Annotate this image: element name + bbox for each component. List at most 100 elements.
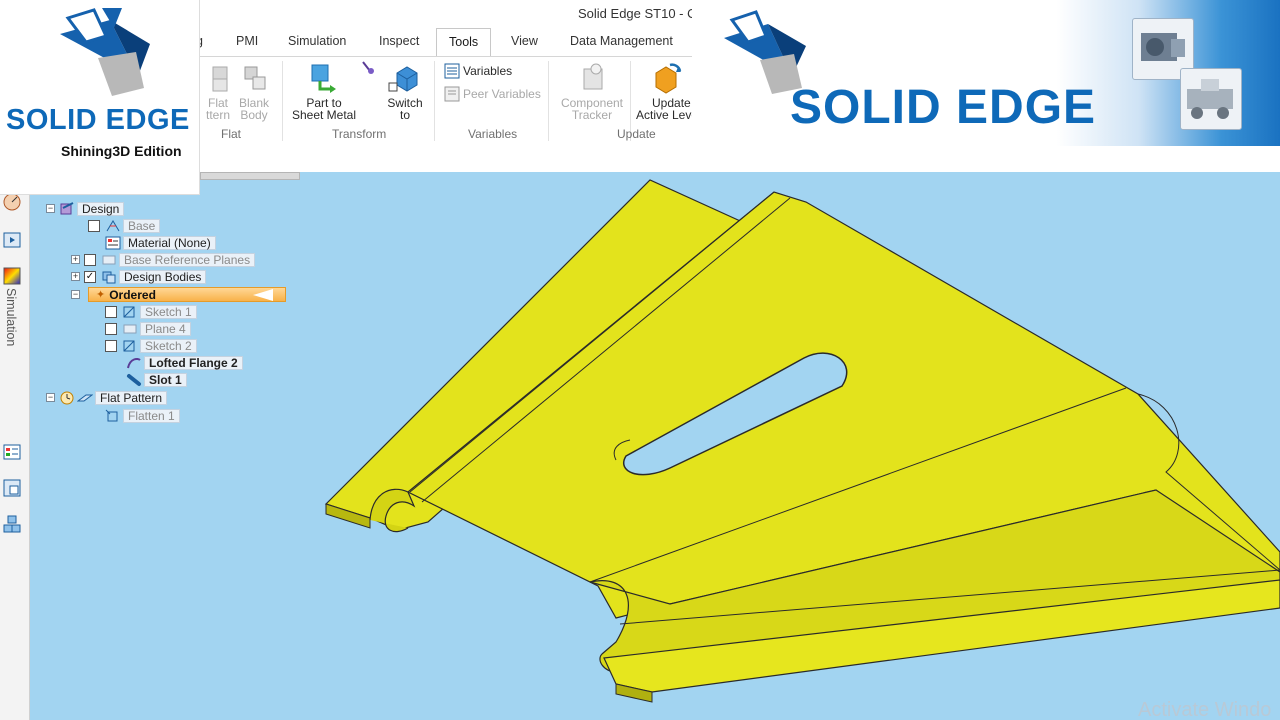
update-label-2: Active Leve bbox=[636, 108, 699, 122]
update-active-level-button[interactable]: Update Active Leve bbox=[634, 61, 699, 122]
tree-label: Ordered bbox=[109, 287, 156, 302]
tree-label: Base Reference Planes bbox=[119, 252, 256, 267]
material-icon bbox=[105, 236, 121, 249]
tree-node-design[interactable]: − Design bbox=[46, 201, 125, 216]
tree-label: Plane 4 bbox=[140, 321, 191, 336]
title-bar: Solid Edge ST10 - O bbox=[200, 0, 697, 28]
lofted-flange-icon bbox=[127, 357, 141, 368]
tree-label: Flat Pattern bbox=[95, 390, 168, 405]
tab-simulation[interactable]: Simulation bbox=[288, 34, 346, 48]
group-separator bbox=[548, 61, 549, 141]
tree-node-lofted-flange[interactable]: Lofted Flange 2 bbox=[126, 355, 243, 370]
visibility-checkbox[interactable] bbox=[84, 253, 96, 266]
update-icon bbox=[655, 63, 682, 94]
simulation-results-icon[interactable] bbox=[2, 266, 22, 286]
sketch-icon bbox=[123, 340, 135, 351]
variables-button[interactable]: Variables bbox=[444, 63, 512, 79]
plane-icon bbox=[123, 324, 137, 333]
visibility-checkbox[interactable] bbox=[105, 322, 117, 335]
left-docking-strip: Simulation bbox=[0, 146, 30, 720]
peer-variables-label: Peer Variables bbox=[463, 87, 541, 101]
clock-icon bbox=[60, 391, 74, 404]
tree-node-material[interactable]: Material (None) bbox=[105, 235, 216, 250]
switch-to-label-2: to bbox=[399, 108, 410, 122]
blank-body-label-2: Body bbox=[240, 108, 268, 122]
visibility-checkbox[interactable]: ✓ bbox=[84, 270, 96, 283]
flatten-icon bbox=[105, 409, 118, 421]
brand-name-banner: SOLID EDGE bbox=[790, 81, 1097, 134]
tab-view[interactable]: View bbox=[511, 34, 538, 48]
design-icon bbox=[60, 201, 74, 214]
simulation-tab-label[interactable]: Simulation bbox=[4, 288, 18, 346]
pathfinder-tree: − Design Base Material (None) + Base Ref… bbox=[34, 184, 304, 434]
visibility-checkbox[interactable] bbox=[105, 339, 117, 352]
flat-pattern-icon bbox=[212, 66, 228, 92]
tree-label: Sketch 2 bbox=[140, 338, 197, 353]
component-tracker-button[interactable]: Component Tracker bbox=[556, 61, 628, 121]
window-icon[interactable] bbox=[2, 478, 22, 498]
movie-icon[interactable] bbox=[2, 230, 22, 250]
tree-node-design-bodies[interactable]: + ✓ Design Bodies bbox=[71, 269, 207, 284]
tab-inspect[interactable]: Inspect bbox=[379, 34, 419, 48]
blank-body-button[interactable]: Blank Body bbox=[234, 63, 274, 121]
tree-node-sketch2[interactable]: Sketch 2 bbox=[105, 338, 197, 353]
ribbon-tabs: g PMI Simulation Inspect Tools View Data… bbox=[190, 28, 692, 57]
ordered-icon: ✦ bbox=[96, 289, 106, 301]
tree-node-flat-pattern[interactable]: − Flat Pattern bbox=[46, 390, 168, 405]
flat-group-label: Flat bbox=[221, 127, 242, 141]
flat-pattern-tree-icon bbox=[77, 394, 93, 401]
tree-label: Design Bodies bbox=[119, 269, 207, 284]
tab-tools[interactable]: Tools bbox=[436, 28, 492, 57]
machine-image-icon bbox=[1187, 79, 1233, 119]
gauge-icon[interactable] bbox=[2, 192, 22, 212]
tree-label: Base bbox=[123, 218, 161, 233]
expand-toggle[interactable]: + bbox=[71, 255, 80, 264]
expand-toggle[interactable]: + bbox=[71, 272, 80, 281]
layers-icon[interactable] bbox=[2, 442, 22, 462]
solid-edge-window: Solid Edge ST10 - O g PMI Simulation Ins… bbox=[0, 0, 1280, 720]
peer-variables-button[interactable]: Peer Variables bbox=[444, 86, 541, 102]
tree-label: Sketch 1 bbox=[140, 304, 197, 319]
tree-label: Material (None) bbox=[123, 235, 216, 250]
variables-icon bbox=[444, 63, 460, 79]
collapse-toggle[interactable]: − bbox=[46, 393, 55, 402]
tree-node-ordered[interactable]: − ✦ Ordered bbox=[71, 287, 156, 302]
transform-group-label: Transform bbox=[332, 127, 387, 141]
tree-node-flatten[interactable]: Flatten 1 bbox=[105, 408, 180, 423]
flat-pattern-button[interactable]: Flat ttern bbox=[198, 63, 238, 121]
variables-group-label: Variables bbox=[468, 127, 518, 141]
base-icon bbox=[106, 219, 120, 231]
solid-edge-banner: SOLID EDGE bbox=[692, 0, 1280, 146]
pathfinder-header bbox=[30, 146, 1280, 172]
wand-icon bbox=[362, 61, 374, 74]
collapse-toggle[interactable]: − bbox=[46, 204, 55, 213]
tree-node-slot[interactable]: Slot 1 bbox=[126, 372, 187, 387]
component-tracker-label-2: Tracker bbox=[571, 108, 613, 122]
switch-to-icon bbox=[388, 66, 418, 92]
tab-data-management[interactable]: Data Management bbox=[570, 34, 673, 48]
small-tool-button[interactable] bbox=[360, 59, 376, 79]
tree-node-base-reference-planes[interactable]: + Base Reference Planes bbox=[71, 252, 256, 267]
switch-to-button[interactable]: Switch to bbox=[382, 61, 428, 121]
visibility-checkbox[interactable] bbox=[88, 219, 100, 232]
ribbon-tools: Flat ttern Blank Body Flat Part to Sheet… bbox=[190, 56, 698, 146]
activate-windows-watermark: Activate Windo bbox=[1138, 699, 1272, 720]
solid-edge-logo-icon bbox=[60, 8, 150, 96]
update-group-label: Update bbox=[617, 127, 656, 141]
visibility-checkbox[interactable] bbox=[105, 305, 117, 318]
brand-name-left: SOLID EDGE bbox=[6, 104, 190, 136]
tree-node-plane4[interactable]: Plane 4 bbox=[105, 321, 191, 336]
tree-label: Lofted Flange 2 bbox=[144, 355, 243, 370]
brand-edition: Shining3D Edition bbox=[61, 143, 182, 159]
sketch-icon bbox=[123, 306, 135, 317]
assembly-thumbnail bbox=[1180, 68, 1242, 130]
assembly-icon[interactable] bbox=[2, 514, 22, 534]
tree-node-base[interactable]: Base bbox=[88, 218, 161, 233]
part-to-sheet-metal-button[interactable]: Part to Sheet Metal bbox=[288, 61, 360, 121]
tree-node-sketch1[interactable]: Sketch 1 bbox=[105, 304, 197, 319]
pathfinder-scrollbar[interactable] bbox=[200, 172, 300, 180]
collapse-toggle[interactable]: − bbox=[71, 290, 80, 299]
tree-label: Design bbox=[77, 201, 125, 216]
bodies-icon bbox=[102, 271, 116, 283]
tab-pmi[interactable]: PMI bbox=[236, 34, 258, 48]
